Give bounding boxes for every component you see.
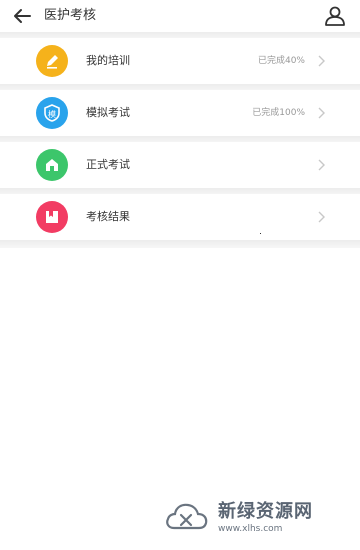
list-item-my-training[interactable]: 我的培训 已完成40%: [0, 38, 360, 84]
list-item-formal-exam[interactable]: 正式考试: [0, 142, 360, 188]
watermark-url: www.xlhs.com: [218, 524, 283, 534]
house-icon: [36, 149, 68, 181]
mock-exam-icon: 模: [36, 97, 68, 129]
user-button[interactable]: [323, 4, 347, 28]
user-icon: [325, 6, 345, 26]
page-title: 医护考核: [44, 8, 97, 23]
chevron-right-icon: [316, 54, 326, 68]
row-label: 考核结果: [86, 210, 130, 223]
pencil-icon: [36, 45, 68, 77]
top-bar: 医护考核: [0, 0, 360, 32]
list-item-mock-exam[interactable]: 模 模拟考试 已完成100%: [0, 90, 360, 136]
cloud-logo-icon: [166, 503, 208, 530]
chevron-right-icon: [316, 158, 326, 172]
bookmark-icon: [36, 201, 68, 233]
row-label: 正式考试: [86, 158, 130, 171]
progress-status: 已完成40%: [257, 56, 305, 66]
chevron-right-icon: [316, 210, 326, 224]
progress-status: 已完成100%: [252, 108, 305, 118]
watermark-title: 新绿资源网: [218, 501, 313, 522]
list-item-exam-result[interactable]: 考核结果: [0, 194, 360, 240]
row-label: 模拟考试: [86, 106, 130, 119]
watermark: 新绿资源网 www.xlhs.com: [158, 494, 340, 542]
row-label: 我的培训: [86, 54, 130, 67]
row-divider: [0, 240, 360, 248]
stray-dot: [260, 233, 261, 234]
svg-text:模: 模: [48, 109, 56, 119]
back-button[interactable]: [10, 5, 34, 27]
chevron-right-icon: [316, 106, 326, 120]
arrow-left-icon: [14, 9, 31, 23]
menu-list: 我的培训 已完成40% 模 模拟考试 已完成100% 正式考试 考核结果: [0, 32, 360, 550]
